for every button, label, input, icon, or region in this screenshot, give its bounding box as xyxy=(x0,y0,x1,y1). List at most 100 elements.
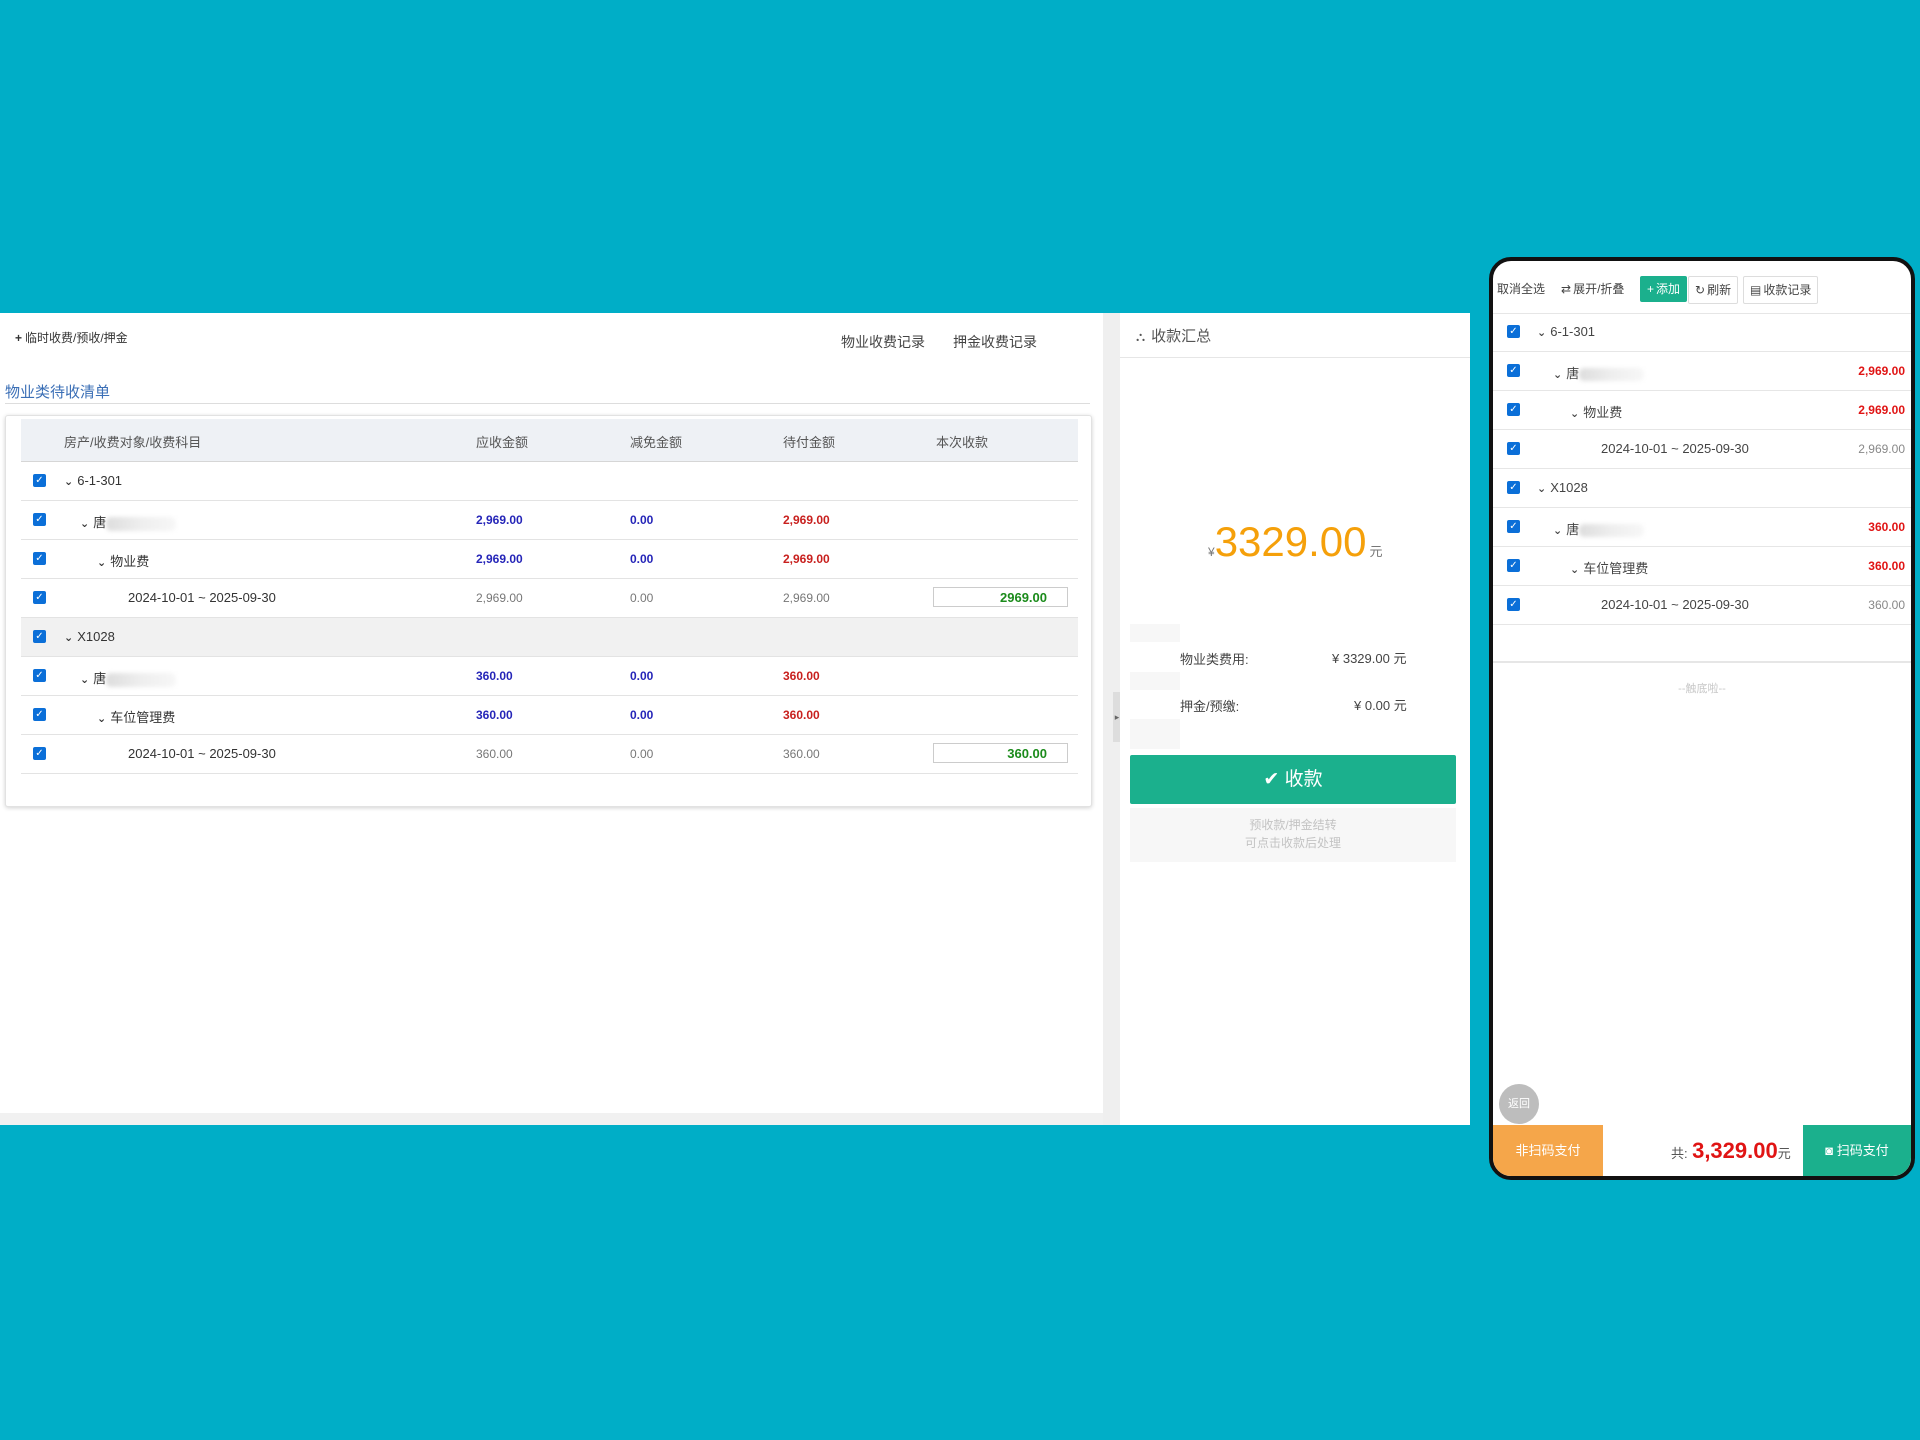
item-label: 2024-10-01 ~ 2025-09-30 xyxy=(1601,597,1749,612)
list-end-text: --触底啦-- xyxy=(1678,683,1726,695)
payment-records-button[interactable]: ▤ 收款记录 xyxy=(1743,276,1819,304)
receivable-amount: 360.00 xyxy=(476,669,513,683)
list-item[interactable]: ✓ ⌄ 6-1-301 xyxy=(1493,313,1911,352)
collect-payment-button[interactable]: ✔ 收款 xyxy=(1130,755,1456,804)
chevron-down-icon[interactable]: ⌄ xyxy=(64,632,73,644)
list-item[interactable]: ✓ ⌄ 车位管理费 360.00 xyxy=(1493,547,1911,586)
pending-amount: 2,969.00 xyxy=(783,552,830,566)
checkbox-icon[interactable]: ✓ xyxy=(33,708,46,721)
checkbox-icon[interactable]: ✓ xyxy=(1507,364,1520,377)
row-label: ⌄ X1028 xyxy=(64,629,115,644)
list-item[interactable]: ✓ ⌄ 唐 2,969.00 xyxy=(1493,352,1911,391)
row-label: ⌄ 唐 xyxy=(80,668,177,687)
currency-symbol: ¥ xyxy=(1208,545,1215,559)
checkbox-icon[interactable]: ✓ xyxy=(1507,481,1520,494)
item-label: 2024-10-01 ~ 2025-09-30 xyxy=(1601,441,1749,456)
note-line-2: 可点击收款后处理 xyxy=(1244,836,1341,850)
col-pending: 待付金额 xyxy=(783,435,836,450)
chevron-down-icon[interactable]: ⌄ xyxy=(1553,369,1562,381)
list-item[interactable]: ✓ 2024-10-01 ~ 2025-09-30 360.00 xyxy=(1493,586,1911,625)
mobile-toolbar: 取消全选 ⇄ 展开/折叠 + 添加 ↻ 刷新 ▤ 收款记录 xyxy=(1493,261,1911,314)
redacted-name xyxy=(1579,368,1645,382)
item-label: ⌄ 唐 xyxy=(1553,519,1645,538)
chevron-down-icon[interactable]: ⌄ xyxy=(1537,483,1546,495)
deposit-label: 押金/预缴: xyxy=(1180,699,1240,714)
chevron-down-icon[interactable]: ⌄ xyxy=(80,674,89,686)
plus-icon: + xyxy=(15,331,23,345)
add-button[interactable]: + 添加 xyxy=(1640,276,1688,302)
checkbox-icon[interactable]: ✓ xyxy=(1507,325,1520,338)
list-item[interactable]: ✓ ⌄ 物业费 2,969.00 xyxy=(1493,391,1911,430)
total-unit: 元 xyxy=(1777,1146,1791,1161)
property-records-link[interactable]: 物业收费记录 xyxy=(841,332,925,352)
deselect-all-button[interactable]: 取消全选 xyxy=(1497,276,1545,302)
checkbox-icon[interactable]: ✓ xyxy=(1507,520,1520,533)
redacted-name xyxy=(106,516,177,531)
horizontal-scrollbar[interactable] xyxy=(0,1113,1103,1125)
total-value: 3,329.00 xyxy=(1692,1138,1778,1163)
chevron-down-icon[interactable]: ⌄ xyxy=(97,557,106,569)
redacted-name xyxy=(1579,524,1645,538)
summary-divider xyxy=(1120,357,1470,358)
table-row[interactable]: ✓ 2024-10-01 ~ 2025-09-30 360.00 0.00 36… xyxy=(21,735,1078,774)
chevron-down-icon[interactable]: ⌄ xyxy=(97,713,106,725)
mobile-charge-list: ✓ ⌄ 6-1-301 ✓ ⌄ 唐 2,969.00 ✓ ⌄ 物业费 2,969.00… xyxy=(1493,313,1911,625)
pending-amount: 360.00 xyxy=(783,669,820,683)
temp-charge-link[interactable]: + 临时收费/预收/押金 xyxy=(15,329,128,346)
discount-amount: 0.00 xyxy=(630,669,654,683)
chevron-down-icon[interactable]: ⌄ xyxy=(1553,525,1562,537)
table-row[interactable]: ✓ ⌄ 唐 2,969.00 0.00 2,969.00 xyxy=(21,501,1078,540)
checkbox-icon[interactable]: ✓ xyxy=(1507,403,1520,416)
checkbox-icon[interactable]: ✓ xyxy=(33,669,46,682)
pay-amount-input[interactable]: 2969.00 xyxy=(933,587,1068,607)
chevron-down-icon[interactable]: ⌄ xyxy=(1537,327,1546,339)
row-label: ⌄ 车位管理费 xyxy=(97,710,176,725)
deposit-records-link[interactable]: 押金收费记录 xyxy=(953,332,1037,352)
table-header: 房产/收费对象/收费科目 应收金额 减免金额 待付金额 本次收款 xyxy=(21,419,1078,462)
chevron-down-icon[interactable]: ⌄ xyxy=(1570,564,1579,576)
scan-pay-button[interactable]: ◙ 扫码支付 xyxy=(1803,1125,1911,1176)
item-label: ⌄ 物业费 xyxy=(1570,405,1623,420)
checkbox-icon[interactable]: ✓ xyxy=(1507,442,1520,455)
checkbox-icon[interactable]: ✓ xyxy=(33,747,46,760)
list-item[interactable]: ✓ ⌄ 唐 360.00 xyxy=(1493,508,1911,547)
checkbox-icon[interactable]: ✓ xyxy=(33,552,46,565)
row-label: ⌄ 物业费 xyxy=(97,554,150,569)
discount-amount: 0.00 xyxy=(630,513,654,527)
checkbox-icon[interactable]: ✓ xyxy=(33,591,46,604)
refresh-button[interactable]: ↻ 刷新 xyxy=(1688,276,1739,304)
placeholder-block xyxy=(1130,719,1180,749)
expand-collapse-button[interactable]: ⇄ 展开/折叠 xyxy=(1561,276,1624,302)
table-row[interactable]: ✓ ⌄ 物业费 2,969.00 0.00 2,969.00 xyxy=(21,540,1078,579)
table-row[interactable]: ✓ ⌄ X1028 xyxy=(21,618,1078,657)
col-discount: 减免金额 xyxy=(630,435,683,450)
table-row[interactable]: ✓ ⌄ 唐 360.00 0.00 360.00 xyxy=(21,657,1078,696)
placeholder-block xyxy=(1130,672,1180,690)
checkbox-icon[interactable]: ✓ xyxy=(33,513,46,526)
receivable-amount: 2,969.00 xyxy=(476,552,523,566)
table-row[interactable]: ✓ 2024-10-01 ~ 2025-09-30 2,969.00 0.00 … xyxy=(21,579,1078,618)
discount-amount: 0.00 xyxy=(630,552,654,566)
checkbox-icon[interactable]: ✓ xyxy=(33,630,46,643)
table-row[interactable]: ✓ ⌄ 车位管理费 360.00 0.00 360.00 xyxy=(21,696,1078,735)
back-button[interactable]: 返回 xyxy=(1499,1084,1539,1124)
list-item[interactable]: ✓ ⌄ X1028 xyxy=(1493,469,1911,508)
non-scan-pay-button[interactable]: 非扫码支付 xyxy=(1493,1125,1603,1176)
redacted-name xyxy=(106,672,177,687)
refresh-icon: ↻ xyxy=(1695,283,1706,297)
deposit-value: ¥ 0.00 元 xyxy=(1354,698,1407,713)
item-label: ⌄ X1028 xyxy=(1537,480,1588,495)
transfer-note: 预收款/押金结转 可点击收款后处理 xyxy=(1130,808,1456,862)
checkbox-icon[interactable]: ✓ xyxy=(1507,559,1520,572)
pay-amount-input[interactable]: 360.00 xyxy=(933,743,1068,763)
chevron-down-icon[interactable]: ⌄ xyxy=(64,476,73,488)
col-receivable: 应收金额 xyxy=(476,435,529,450)
temp-charge-label: 临时收费/预收/押金 xyxy=(25,331,128,345)
list-item[interactable]: ✓ 2024-10-01 ~ 2025-09-30 2,969.00 xyxy=(1493,430,1911,469)
table-row[interactable]: ✓ ⌄ 6-1-301 xyxy=(21,462,1078,501)
checkbox-icon[interactable]: ✓ xyxy=(1507,598,1520,611)
chevron-down-icon[interactable]: ⌄ xyxy=(1570,408,1579,420)
chevron-down-icon[interactable]: ⌄ xyxy=(80,518,89,530)
sitemap-icon: ⛬ xyxy=(1136,329,1146,344)
checkbox-icon[interactable]: ✓ xyxy=(33,474,46,487)
